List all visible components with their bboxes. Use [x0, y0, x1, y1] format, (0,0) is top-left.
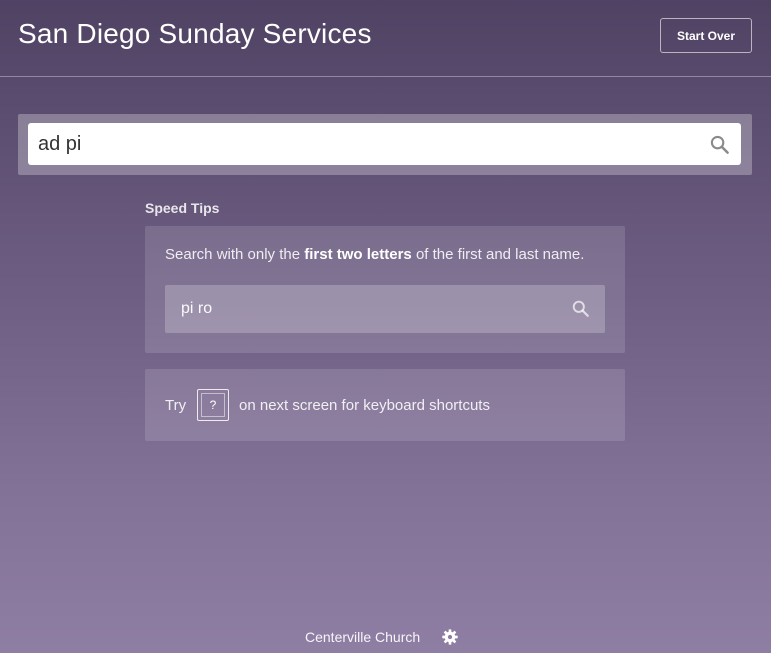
- header: San Diego Sunday Services Start Over: [0, 0, 771, 77]
- speed-tips-heading: Speed Tips: [145, 200, 220, 216]
- gear-icon[interactable]: [442, 629, 458, 645]
- start-over-button[interactable]: Start Over: [660, 18, 752, 53]
- question-key-icon: ?: [197, 389, 229, 421]
- try-label: Try: [165, 397, 187, 414]
- search-icon[interactable]: [710, 135, 729, 154]
- search-input[interactable]: [28, 123, 698, 165]
- search-icon: [572, 300, 589, 317]
- tip-text-suffix: of the first and last name.: [411, 246, 585, 263]
- tip-text: Search with only the first two letters o…: [165, 246, 584, 263]
- app-title: San Diego Sunday Services: [18, 18, 372, 49]
- search-panel: [18, 114, 752, 175]
- church-name: Centerville Church: [305, 629, 421, 645]
- tip-text-bold: first two letters: [304, 246, 412, 263]
- example-search-text: pi ro: [181, 300, 213, 317]
- key-label: ?: [201, 393, 225, 417]
- tip-card-search: Search with only the first two letters o…: [145, 226, 625, 353]
- tip-card-shortcuts: Try ? on next screen for keyboard shortc…: [145, 369, 625, 441]
- search-box[interactable]: [28, 123, 741, 165]
- shortcut-hint: on next screen for keyboard shortcuts: [239, 397, 490, 414]
- tip-text-prefix: Search with only the: [165, 246, 305, 263]
- example-search-box: pi ro: [165, 285, 605, 333]
